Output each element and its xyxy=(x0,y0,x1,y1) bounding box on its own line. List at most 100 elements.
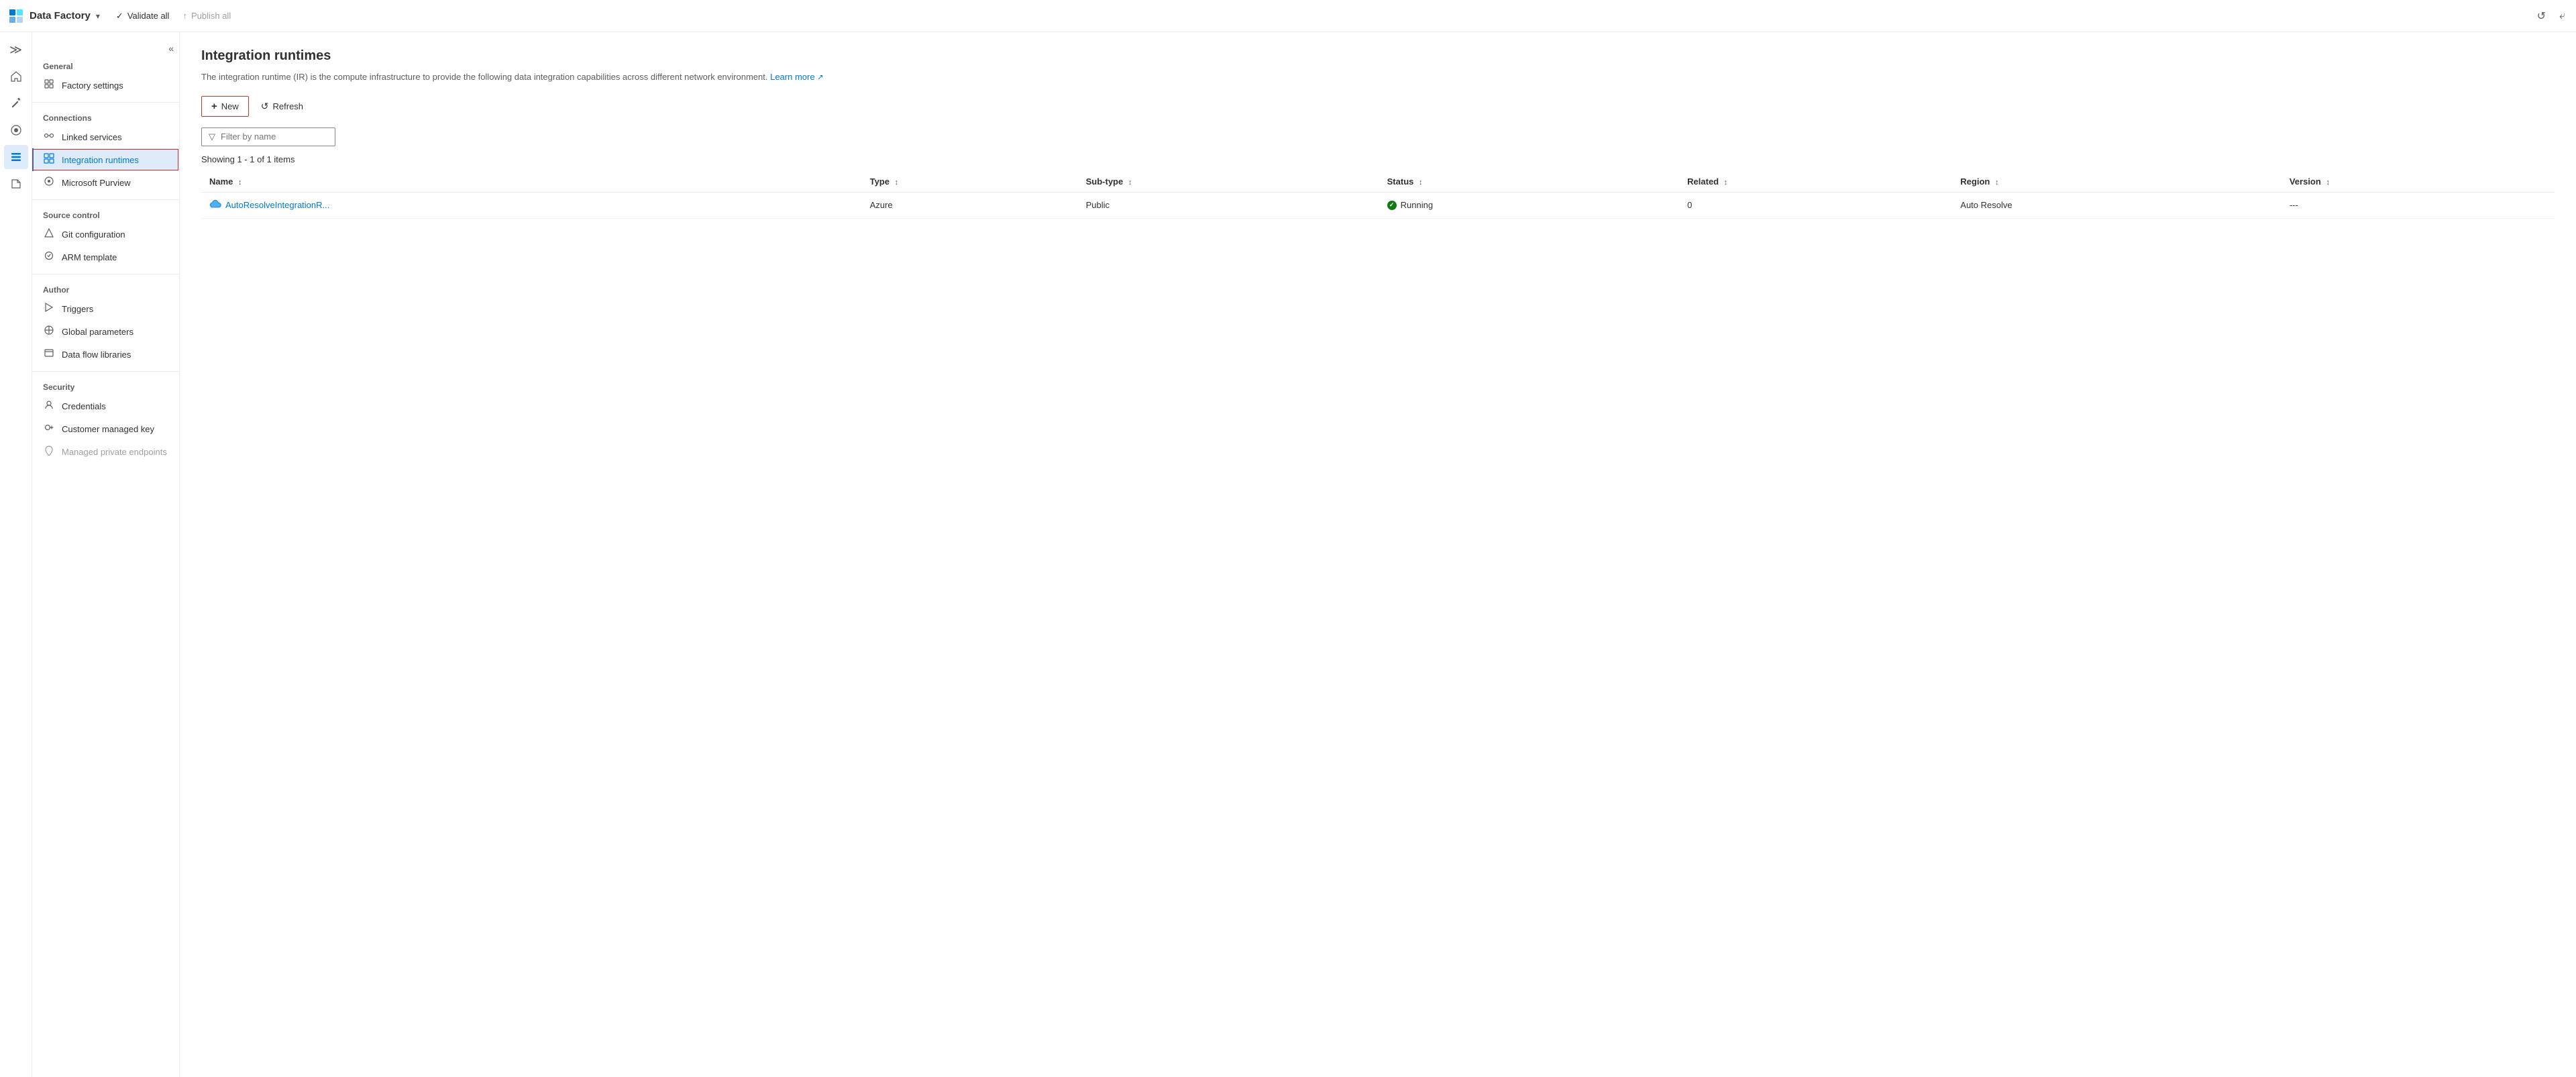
integration-runtimes-table: Name ↕ Type ↕ Sub-type ↕ Status ↕ xyxy=(201,171,2555,219)
sidebar-collapse-button[interactable]: « xyxy=(32,40,179,56)
content-area: Integration runtimes The integration run… xyxy=(180,32,2576,1077)
col-header-region: Region ↕ xyxy=(1952,171,2282,193)
topbar-left: Data Factory ▾ ✓ Validate all ↑ Publish … xyxy=(8,8,231,24)
validate-icon: ✓ xyxy=(116,11,123,21)
sort-status-icon[interactable]: ↕ xyxy=(1419,178,1423,187)
external-link-icon: ↗ xyxy=(817,73,823,81)
integration-runtimes-icon xyxy=(43,153,55,166)
col-header-name: Name ↕ xyxy=(201,171,862,193)
arm-template-icon xyxy=(43,250,55,264)
sidebar-item-credentials[interactable]: Credentials xyxy=(32,395,179,417)
sidebar-item-data-flow-libraries[interactable]: Data flow libraries xyxy=(32,343,179,366)
factory-settings-label: Factory settings xyxy=(62,81,123,91)
customer-key-icon xyxy=(43,422,55,435)
refresh-icon: ↺ xyxy=(261,101,269,112)
iconbar-expand[interactable]: ≫ xyxy=(4,38,28,62)
iconbar-home[interactable] xyxy=(4,64,28,89)
iconbar-learn[interactable] xyxy=(4,172,28,196)
linked-services-icon xyxy=(43,130,55,144)
page-title: Integration runtimes xyxy=(201,48,2555,64)
topbar-brand: Data Factory xyxy=(8,8,91,24)
topbar-actions: ✓ Validate all ↑ Publish all xyxy=(116,11,231,21)
sidebar-item-factory-settings[interactable]: Factory settings xyxy=(32,74,179,97)
sort-version-icon[interactable]: ↕ xyxy=(2326,178,2330,187)
sidebar-section-connections: Connections xyxy=(32,108,179,125)
credentials-label: Credentials xyxy=(62,401,106,411)
data-factory-logo-icon xyxy=(8,8,24,24)
publish-all-button[interactable]: ↑ Publish all xyxy=(182,11,231,21)
sidebar-item-integration-runtimes[interactable]: Integration runtimes xyxy=(32,148,179,171)
validate-all-button[interactable]: ✓ Validate all xyxy=(116,11,170,21)
sort-region-icon[interactable]: ↕ xyxy=(1995,178,1999,187)
customer-managed-key-label: Customer managed key xyxy=(62,424,154,434)
cell-name: AutoResolveIntegrationR... xyxy=(201,192,862,218)
learn-more-link[interactable]: Learn more ↗ xyxy=(770,72,823,82)
publish-icon: ↑ xyxy=(182,11,187,21)
managed-private-endpoints-label: Managed private endpoints xyxy=(62,447,167,457)
arm-template-label: ARM template xyxy=(62,252,117,262)
filter-by-name-input[interactable] xyxy=(221,132,328,142)
data-flow-libs-icon xyxy=(43,348,55,361)
triggers-icon xyxy=(43,302,55,315)
new-button[interactable]: + New xyxy=(201,96,249,117)
iconbar-manage[interactable] xyxy=(4,145,28,169)
sidebar-item-arm-template[interactable]: ARM template xyxy=(32,246,179,268)
credentials-icon xyxy=(43,399,55,413)
global-params-icon xyxy=(43,325,55,338)
sidebar-item-customer-managed-key[interactable]: Customer managed key xyxy=(32,417,179,440)
refresh-button-label: Refresh xyxy=(273,101,304,111)
sort-subtype-icon[interactable]: ↕ xyxy=(1128,178,1132,187)
table-row: AutoResolveIntegrationR... AzurePublic✓Ru… xyxy=(201,192,2555,218)
sidebar-section-security: Security xyxy=(32,377,179,395)
data-flow-libraries-label: Data flow libraries xyxy=(62,350,131,360)
git-configuration-label: Git configuration xyxy=(62,229,125,240)
sidebar-item-global-parameters[interactable]: Global parameters xyxy=(32,320,179,343)
cell-status: ✓Running xyxy=(1379,192,1680,218)
brand-chevron[interactable]: ▾ xyxy=(96,11,100,21)
managed-endpoints-icon xyxy=(43,445,55,458)
factory-settings-icon xyxy=(43,79,55,92)
col-header-subtype: Sub-type ↕ xyxy=(1078,171,1379,193)
new-button-label: New xyxy=(221,101,239,111)
col-header-related: Related ↕ xyxy=(1679,171,1952,193)
iconbar-monitor[interactable] xyxy=(4,118,28,142)
col-header-type: Type ↕ xyxy=(862,171,1078,193)
sidebar-item-microsoft-purview[interactable]: Microsoft Purview xyxy=(32,171,179,194)
sidebar-section-source-control: Source control xyxy=(32,205,179,223)
refresh-button[interactable]: ↺ Refresh xyxy=(254,97,310,116)
validate-label: Validate all xyxy=(127,11,170,21)
sort-name-icon[interactable]: ↕ xyxy=(238,178,242,187)
sidebar: « General Factory settings Connections L… xyxy=(32,32,180,1077)
sidebar-item-linked-services[interactable]: Linked services xyxy=(32,125,179,148)
items-count: Showing 1 - 1 of 1 items xyxy=(201,154,2555,164)
col-header-version: Version ↕ xyxy=(2282,171,2555,193)
runtime-name-link[interactable]: AutoResolveIntegrationR... xyxy=(209,199,854,211)
sidebar-item-managed-private-endpoints[interactable]: Managed private endpoints xyxy=(32,440,179,463)
sidebar-item-triggers[interactable]: Triggers xyxy=(32,297,179,320)
col-header-status: Status ↕ xyxy=(1379,171,1680,193)
refresh-icon-btn[interactable]: ↺ xyxy=(2534,7,2548,25)
cell-type: Azure xyxy=(862,192,1078,218)
table-header-row: Name ↕ Type ↕ Sub-type ↕ Status ↕ xyxy=(201,171,2555,193)
global-parameters-label: Global parameters xyxy=(62,327,133,337)
topbar-right: ↺ ⤶ xyxy=(2534,7,2568,25)
sort-related-icon[interactable]: ↕ xyxy=(1724,178,1728,187)
page-description: The integration runtime (IR) is the comp… xyxy=(201,70,2555,84)
cell-related: 0 xyxy=(1679,192,1952,218)
action-bar: + New ↺ Refresh xyxy=(201,96,2555,117)
icon-bar: ≫ xyxy=(0,32,32,1077)
sidebar-item-git-configuration[interactable]: Git configuration xyxy=(32,223,179,246)
iconbar-author[interactable] xyxy=(4,91,28,115)
sidebar-section-author: Author xyxy=(32,280,179,297)
discard-icon-btn[interactable]: ⤶ xyxy=(2557,7,2568,25)
filter-input-wrapper: ▽ xyxy=(201,127,335,146)
status-check-icon: ✓ xyxy=(1389,201,1395,209)
sidebar-section-general: General xyxy=(32,56,179,74)
cell-subtype: Public xyxy=(1078,192,1379,218)
cell-region: Auto Resolve xyxy=(1952,192,2282,218)
sort-type-icon[interactable]: ↕ xyxy=(895,178,899,187)
brand-label: Data Factory xyxy=(30,10,91,21)
main-layout: ≫ « General Factory settings Connecti xyxy=(0,32,2576,1077)
status-dot: ✓ xyxy=(1387,201,1397,210)
triggers-label: Triggers xyxy=(62,304,93,314)
